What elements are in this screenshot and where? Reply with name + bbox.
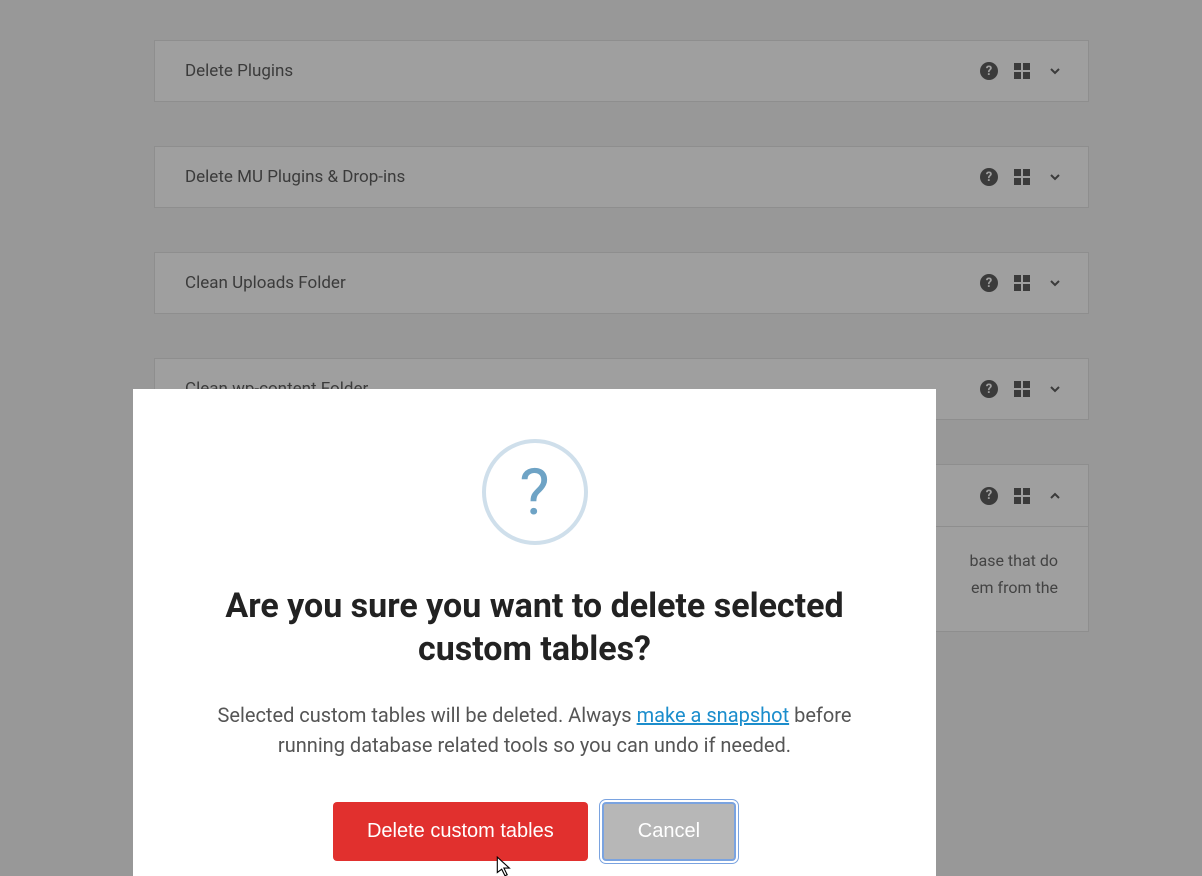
modal-actions: Delete custom tables Cancel — [183, 802, 886, 861]
delete-custom-tables-button[interactable]: Delete custom tables — [333, 802, 588, 861]
modal-body: Selected custom tables will be deleted. … — [185, 700, 885, 760]
modal-body-before: Selected custom tables will be deleted. … — [218, 703, 637, 727]
question-mark: ? — [519, 455, 549, 530]
make-snapshot-link[interactable]: make a snapshot — [637, 703, 790, 727]
modal-title: Are you sure you want to delete selected… — [183, 585, 886, 670]
confirm-delete-modal: ? Are you sure you want to delete select… — [133, 389, 936, 876]
question-icon: ? — [482, 439, 588, 545]
cancel-button[interactable]: Cancel — [602, 802, 736, 861]
